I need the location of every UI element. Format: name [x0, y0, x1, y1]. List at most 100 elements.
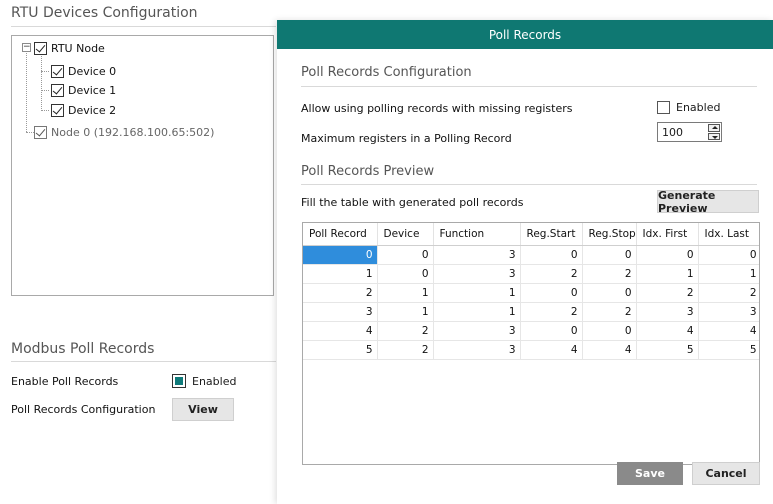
tree-item-label: RTU Node	[51, 41, 105, 55]
max-registers-label: Maximum registers in a Polling Record	[301, 132, 512, 145]
table-cell[interactable]: 0	[377, 245, 434, 265]
poll-records-dialog: Poll Records Poll Records Configuration …	[277, 20, 773, 504]
column-header[interactable]: Function	[433, 223, 521, 246]
tree-item-rtu-node[interactable]: RTU Node	[34, 40, 105, 56]
tree-connector	[26, 53, 27, 132]
tree-item-label: Device 0	[68, 64, 117, 78]
table-row[interactable]: 2 1 1 0 0 2 2	[303, 283, 759, 303]
cancel-button[interactable]: Cancel	[692, 462, 760, 485]
table-cell[interactable]: 4	[582, 340, 637, 360]
tree-item-device-1[interactable]: Device 1	[51, 82, 116, 98]
table-cell[interactable]: 2	[582, 302, 637, 322]
section-divider	[301, 184, 757, 185]
tree-item-node-0[interactable]: Node 0 (192.168.100.65:502)	[34, 124, 214, 140]
table-cell[interactable]: 2	[377, 340, 434, 360]
table-cell[interactable]: 0	[636, 245, 699, 265]
allow-missing-label: Allow using polling records with missing…	[301, 102, 573, 115]
table-cell[interactable]: 1	[636, 264, 699, 284]
table-cell[interactable]: 3	[433, 340, 521, 360]
column-header[interactable]: Idx. First	[636, 223, 699, 246]
column-header[interactable]: Reg.Stop	[582, 223, 637, 246]
checkbox-icon[interactable]	[34, 41, 47, 55]
table-cell[interactable]: 3	[636, 302, 699, 322]
max-registers-value[interactable]: 100	[658, 126, 707, 139]
increment-icon[interactable]	[708, 124, 720, 132]
enabled-label: Enabled	[676, 101, 721, 114]
table-cell[interactable]: 5	[303, 340, 378, 360]
table-row[interactable]: 5 2 3 4 4 5 5	[303, 340, 759, 360]
tree-item-device-2[interactable]: Device 2	[51, 102, 116, 118]
dialog-title-bar[interactable]: Poll Records	[277, 20, 773, 49]
table-cell[interactable]: 2	[520, 264, 583, 284]
table-row[interactable]: 1 0 3 2 2 1 1	[303, 264, 759, 284]
enabled-label: Enabled	[192, 374, 237, 388]
table-cell[interactable]: 2	[698, 283, 759, 303]
checkbox-icon[interactable]	[51, 83, 64, 97]
table-cell[interactable]: 3	[698, 302, 759, 322]
column-header[interactable]: Poll Record	[303, 223, 378, 246]
table-cell[interactable]: 0	[698, 245, 759, 265]
table-row[interactable]: 4 2 3 0 0 4 4	[303, 321, 759, 341]
table-cell[interactable]: 4	[698, 321, 759, 341]
tree-item-device-0[interactable]: Device 0	[51, 63, 116, 79]
table-cell[interactable]: 0	[520, 321, 583, 341]
checkbox-icon[interactable]	[51, 64, 64, 78]
column-header[interactable]: Reg.Start	[520, 223, 583, 246]
table-cell[interactable]: 0	[520, 245, 583, 265]
table-cell[interactable]: 3	[433, 264, 521, 284]
checkbox-icon[interactable]	[172, 374, 186, 388]
save-button[interactable]: Save	[617, 462, 683, 485]
tree-connector	[41, 90, 49, 91]
table-cell[interactable]: 2	[636, 283, 699, 303]
table-cell[interactable]: 2	[303, 283, 378, 303]
table-cell[interactable]: 2	[520, 302, 583, 322]
enable-poll-records-label: Enable Poll Records	[11, 375, 119, 388]
table-cell[interactable]: 3	[303, 302, 378, 322]
tree-connector	[41, 110, 49, 111]
config-section-title: Poll Records Configuration	[301, 65, 472, 80]
checkbox-icon[interactable]	[51, 103, 64, 117]
table-cell[interactable]: 0	[582, 283, 637, 303]
table-cell[interactable]: 1	[303, 264, 378, 284]
table-cell[interactable]: 1	[433, 283, 521, 303]
device-tree[interactable]: − RTU Node Device 0 Device 1 Device 2 No…	[11, 35, 274, 296]
table-cell[interactable]: 0	[520, 283, 583, 303]
tree-connector	[41, 71, 49, 72]
checkbox-icon[interactable]	[657, 101, 670, 114]
rtu-devices-title: RTU Devices Configuration	[11, 5, 198, 21]
table-cell[interactable]: 5	[636, 340, 699, 360]
table-cell[interactable]: 2	[582, 264, 637, 284]
column-header[interactable]: Idx. Last	[698, 223, 759, 246]
preview-section-title: Poll Records Preview	[301, 164, 435, 179]
table-cell[interactable]: 3	[433, 245, 521, 265]
table-cell-selected[interactable]: 0	[303, 245, 378, 265]
poll-records-table[interactable]: Poll Record Device Function Reg.Start Re…	[302, 222, 760, 465]
decrement-icon[interactable]	[708, 132, 720, 140]
max-registers-stepper[interactable]: 100	[657, 122, 722, 142]
table-cell[interactable]: 1	[377, 302, 434, 322]
table-cell[interactable]: 4	[520, 340, 583, 360]
table-cell[interactable]: 2	[377, 321, 434, 341]
table-cell[interactable]: 1	[698, 264, 759, 284]
generate-preview-button[interactable]: Generate Preview	[657, 189, 759, 215]
table-cell[interactable]: 5	[698, 340, 759, 360]
table-cell[interactable]: 3	[433, 321, 521, 341]
table-cell[interactable]: 1	[433, 302, 521, 322]
table-cell[interactable]: 1	[377, 283, 434, 303]
table-cell[interactable]: 0	[377, 264, 434, 284]
table-cell[interactable]: 4	[636, 321, 699, 341]
table-cell[interactable]: 0	[582, 321, 637, 341]
table-row[interactable]: 0 0 3 0 0 0 0	[303, 245, 759, 265]
collapse-icon[interactable]: −	[22, 43, 31, 52]
checkbox-icon[interactable]	[34, 125, 47, 139]
view-button[interactable]: View	[172, 398, 234, 421]
tree-item-label: Device 1	[68, 83, 117, 97]
table-cell[interactable]: 0	[582, 245, 637, 265]
allow-missing-checkbox[interactable]: Enabled	[657, 101, 720, 114]
column-header[interactable]: Device	[377, 223, 434, 246]
table-header-row: Poll Record Device Function Reg.Start Re…	[303, 223, 759, 246]
table-row[interactable]: 3 1 1 2 2 3 3	[303, 302, 759, 322]
dialog-title: Poll Records	[488, 27, 562, 42]
table-cell[interactable]: 4	[303, 321, 378, 341]
enable-poll-records-checkbox[interactable]: Enabled	[172, 374, 236, 388]
